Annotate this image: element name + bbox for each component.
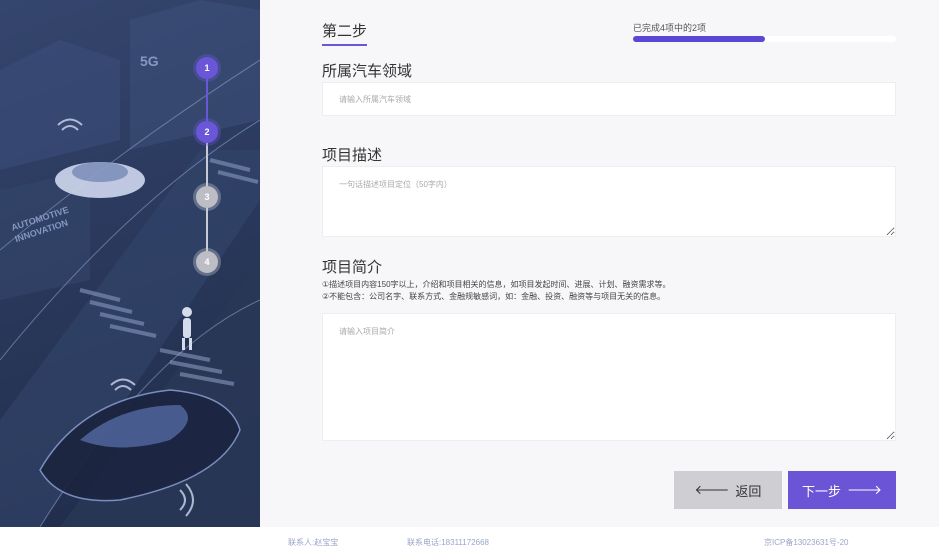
illustration-panel: 5G AUTOMOTIVE INNOVATION 1 2 3 4: [0, 0, 260, 527]
intro-hint-2: ②不能包含：公司名字、联系方式、金融规敏感词，如：金融、投资、融资等与项目无关的…: [322, 292, 666, 301]
step-number: 4: [204, 257, 210, 267]
progress-bar: [633, 36, 896, 42]
intro-hint-1: ①描述项目内容150字以上，介绍和项目相关的信息，如项目发起时间、进展、计划、融…: [322, 280, 671, 289]
form-panel: 第二步 已完成4项中的2项 所属汽车领域 项目描述 项目简介 ①描述项目内容15…: [260, 0, 939, 527]
domain-label: 所属汽车领域: [322, 63, 413, 80]
description-textarea[interactable]: [322, 166, 896, 237]
arrow-left-icon: 🡐: [694, 482, 730, 497]
sign-5g: 5G: [140, 53, 159, 69]
progress-text: 已完成4项中的2项: [633, 23, 707, 33]
car-upper: [55, 162, 145, 198]
footer: 联系人:赵宝宝 联系电话:18311172668 京ICP备13023631号-…: [0, 527, 939, 556]
autonomous-driving-illustration: 5G AUTOMOTIVE INNOVATION: [0, 0, 260, 527]
intro-label: 项目简介: [322, 259, 383, 276]
step-title: 第二步: [322, 20, 368, 46]
intro-textarea[interactable]: [322, 313, 896, 441]
description-label: 项目描述: [322, 147, 383, 164]
step-indicator-4: 4: [196, 251, 218, 273]
pedestrian: [182, 307, 192, 350]
footer-icp: 京ICP备13023631号-20: [764, 538, 849, 547]
step-number: 2: [204, 127, 210, 137]
step-indicator-1: 1: [196, 57, 218, 79]
next-button[interactable]: 下一步 🡒: [788, 471, 896, 509]
progress-bar-fill: [633, 36, 765, 42]
back-button-label: 返回: [735, 483, 762, 499]
back-button[interactable]: 🡐 返回: [674, 471, 782, 509]
step-number: 3: [204, 192, 210, 202]
footer-contact: 联系人:赵宝宝: [288, 538, 339, 547]
step-indicator-3: 3: [196, 186, 218, 208]
domain-input[interactable]: [322, 82, 896, 116]
next-button-label: 下一步: [802, 483, 842, 499]
footer-phone: 联系电话:18311172668: [407, 538, 489, 547]
step-number: 1: [204, 63, 210, 73]
step-indicator-2: 2: [196, 121, 218, 143]
arrow-right-icon: 🡒: [847, 482, 882, 497]
